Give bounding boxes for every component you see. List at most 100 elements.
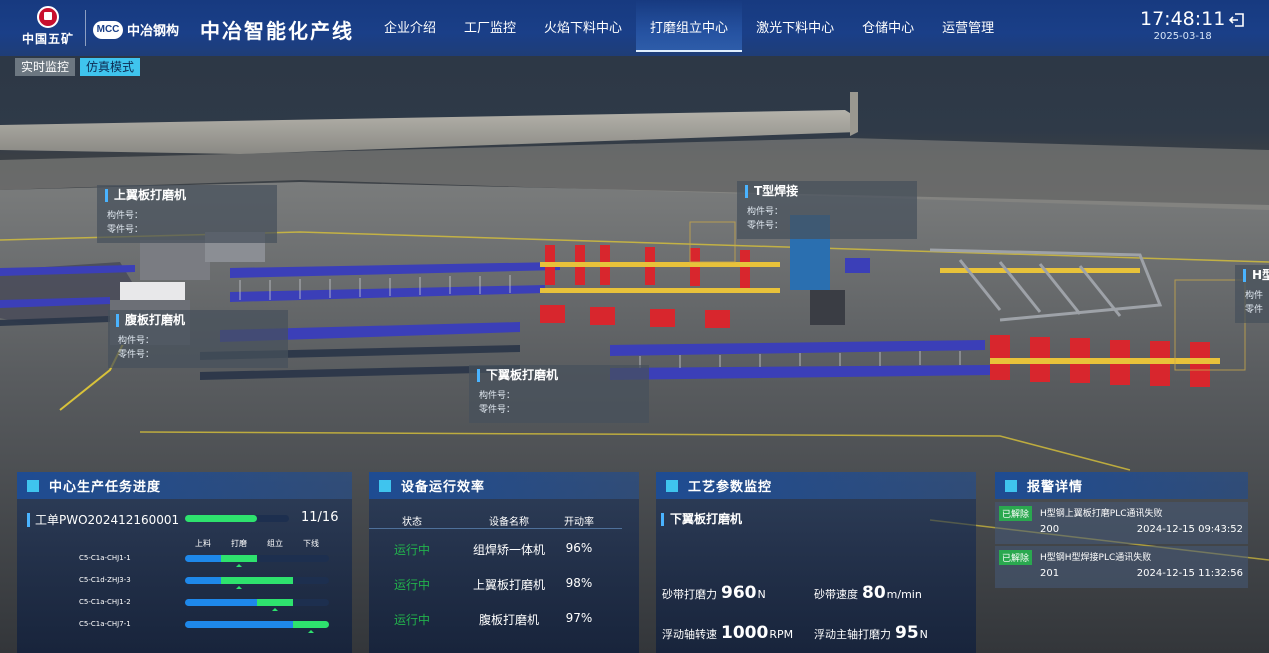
param-unit: m/min [886,588,922,601]
work-order-row[interactable]: 工单PWO202412160001 [27,511,179,528]
equipment-efficiency-panel: 设备运行效率 状态 设备名称 开动率 运行中 组焊矫一体机 96% 运行中 上翼… [369,472,639,653]
alarm-message: H型钢H型焊接PLC通讯失败 [1040,553,1152,563]
minmetals-emblem-icon [37,6,59,28]
efficiency-row[interactable]: 运行中 腹板打磨机 97% [369,611,622,635]
stage-header-assemble: 组立 [267,539,283,548]
nav-operations[interactable]: 运营管理 [928,0,1008,52]
part-id: C5-C1a-CHJ1-2 [79,598,131,606]
device-status: 运行中 [393,578,430,592]
work-order-count: 11/16 [301,510,339,525]
param-value: 960 [721,583,757,603]
param-value: 1000 [721,623,769,643]
panel-header: 设备运行效率 [369,472,639,499]
col-device-name: 设备名称 [489,517,529,528]
tag-title: 上翼板打磨机 [105,189,269,202]
logo-divider [85,10,86,46]
device-name: 组焊矫一体机 [472,543,545,557]
stage-segment [257,621,293,628]
app-title: 中冶智能化产线 [200,19,354,43]
param-unit: RPM [769,628,794,641]
current-stage-caret-icon [308,630,314,633]
current-stage-caret-icon [236,564,242,567]
nav-flame-cutting-center[interactable]: 火焰下料中心 [530,0,636,52]
alarm-code: 200 [1040,524,1060,535]
tag-member-no: 构件号： [479,391,516,401]
panel-header: 工艺参数监控 [656,472,976,499]
tag-title: 下翼板打磨机 [477,369,641,382]
mcc-brand-text: 中冶钢构 [127,24,180,39]
tag-part-no: 零件号： [747,221,784,231]
tag-member-no: 构件号： [118,336,155,346]
panel-title: 工艺参数监控 [688,480,773,495]
tag-t-weld[interactable]: T型焊接 构件号： 零件号： [737,181,917,239]
stage-header-feed: 上料 [195,539,211,548]
param-value: 80 [862,583,886,603]
mode-realtime-tab[interactable]: 实时监控 [15,58,76,76]
logout-icon[interactable] [1228,11,1246,29]
stage-segment [185,577,221,584]
efficiency-row[interactable]: 运行中 组焊矫一体机 96% [369,541,622,565]
part-progress-track [185,555,329,562]
part-id: C5-C1d-ZHJ3-3 [79,576,131,584]
tag-lower-flange-grinder[interactable]: 下翼板打磨机 构件号： 零件号： [469,365,649,423]
panel-square-icon [666,479,678,492]
panel-square-icon [379,479,391,492]
col-status: 状态 [402,517,422,528]
stage-segment [185,599,221,606]
clock-date: 2025-03-18 [1153,31,1212,42]
nav-enterprise-intro[interactable]: 企业介绍 [370,0,450,52]
param-belt-speed: 砂带速度 80m/min [814,583,922,603]
efficiency-table-header: 状态 设备名称 开动率 [369,509,622,529]
tag-upper-flange-grinder[interactable]: 上翼板打磨机 构件号： 零件号： [97,185,277,243]
stage-segment [185,621,221,628]
panel-title: 报警详情 [1027,480,1084,495]
tag-part-no: 零件号： [107,225,144,235]
param-float-axis-speed: 浮动轴转速 1000RPM [662,623,793,643]
panel-body: 下翼板打磨机 砂带打磨力 960N 砂带速度 80m/min 浮动轴转速 1000RP… [656,499,976,653]
alarm-time: 2024-12-15 09:43:52 [1136,524,1243,535]
task-progress-panel: 中心生产任务进度 工单PWO202412160001 11/16 上料 打磨 组… [17,472,352,653]
part-id: C5-C1a-CHJ7-1 [79,620,131,628]
work-order-marker [27,512,30,527]
param-float-spindle-force: 浮动主轴打磨力 95N [814,623,928,643]
stage-segment [221,555,257,562]
param-label: 浮动主轴打磨力 [814,628,891,641]
tag-h-weld[interactable]: H型 构件 零件 [1235,265,1269,323]
panel-square-icon [1005,479,1017,492]
alarm-item[interactable]: 已解除 H型钢上翼板打磨PLC通讯失败 200 2024-12-15 09:43… [995,502,1248,544]
efficiency-row[interactable]: 运行中 上翼板打磨机 98% [369,576,622,600]
tag-title: H型 [1243,269,1269,282]
tag-web-grinder[interactable]: 腹板打磨机 构件号： 零件号： [108,310,288,368]
part-progress-track [185,599,329,606]
param-label: 浮动轴转速 [662,628,717,641]
mode-tabs: 实时监控 仿真模式 [15,58,141,76]
alarm-code: 201 [1040,568,1060,579]
param-unit: N [757,588,766,601]
clock: 17:48:11 2025-03-18 [1140,8,1225,42]
tag-part-no: 零件号： [479,405,516,415]
mode-simulation-tab[interactable]: 仿真模式 [80,58,141,76]
nav-grinding-assembly-center[interactable]: 打磨组立中心 [636,0,743,52]
part-progress-track [185,621,329,628]
device-rate: 96% [565,541,593,555]
alarm-message: H型钢上翼板打磨PLC通讯失败 [1040,509,1163,519]
stage-segment [293,621,329,628]
stage-segment [221,621,257,628]
mcc-mark-icon: MCC [93,20,123,39]
param-label: 砂带打磨力 [662,588,717,601]
nav-factory-monitor[interactable]: 工厂监控 [450,0,530,52]
stage-header-grind: 打磨 [231,539,247,548]
part-progress-track [185,577,329,584]
device-name: 上翼板打磨机 [472,578,545,592]
device-status: 运行中 [393,613,430,627]
alarm-item[interactable]: 已解除 H型钢H型焊接PLC通讯失败 201 2024-12-15 11:32:… [995,546,1248,588]
tag-title: 腹板打磨机 [116,314,280,327]
process-params-panel: 工艺参数监控 下翼板打磨机 砂带打磨力 960N 砂带速度 80m/min 浮动轴转… [656,472,976,653]
alarm-status-badge: 已解除 [999,506,1033,521]
panel-body: 工单PWO202412160001 11/16 上料 打磨 组立 下线 C5-C… [17,499,352,653]
tag-member-no: 构件 [1245,291,1264,301]
stage-segment [257,599,293,606]
main-nav: 企业介绍 工厂监控 火焰下料中心 打磨组立中心 激光下料中心 仓储中心 运营管理 [370,0,1008,52]
nav-laser-cutting-center[interactable]: 激光下料中心 [742,0,848,52]
nav-warehouse-center[interactable]: 仓储中心 [848,0,928,52]
